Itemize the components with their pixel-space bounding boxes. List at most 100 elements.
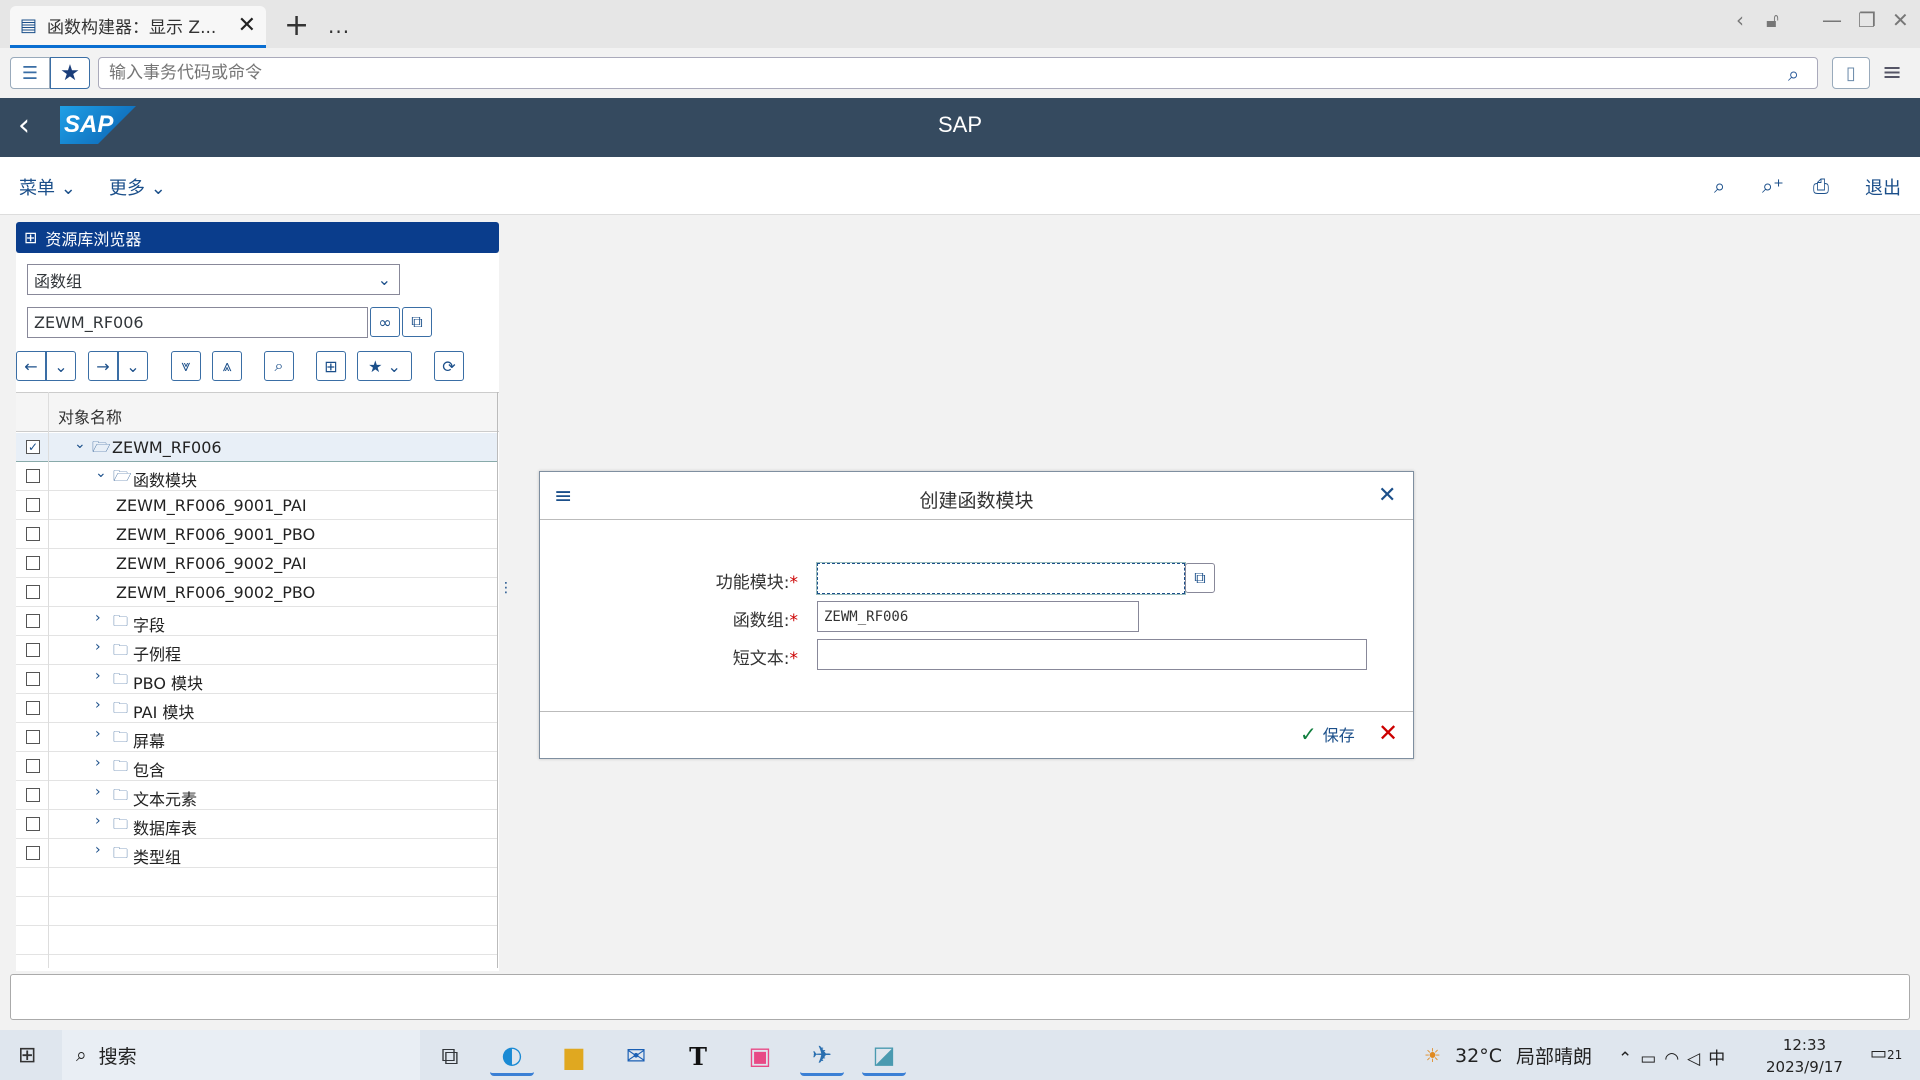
- collapse-chevron-icon[interactable]: ⌄: [74, 436, 86, 452]
- dialog-close-icon[interactable]: ✕: [1378, 483, 1396, 508]
- ime-indicator[interactable]: 中: [1708, 1049, 1733, 1069]
- expand-chevron-icon[interactable]: ›: [95, 668, 101, 684]
- forward-arrow-icon[interactable]: →: [88, 351, 118, 381]
- tree-row[interactable]: ZEWM_RF006_9002_PBO: [16, 578, 498, 607]
- function-group-input[interactable]: ZEWM_RF006: [817, 601, 1139, 632]
- new-tab-button[interactable]: +: [284, 8, 309, 43]
- taskbar-clock[interactable]: 12:33 2023/9/17: [1766, 1034, 1843, 1078]
- tree-row[interactable]: ⌄ 🗁︎ 函数模块: [16, 462, 498, 491]
- tree-row[interactable]: › 🗀︎ 文本元素: [16, 781, 498, 810]
- cancel-x-icon[interactable]: ✕: [1378, 719, 1398, 747]
- system-tray[interactable]: ⌃▭◠◁中: [1618, 1044, 1733, 1069]
- tree-row[interactable]: ZEWM_RF006_9001_PBO: [16, 520, 498, 549]
- object-name-input[interactable]: ZEWM_RF006: [27, 307, 368, 338]
- mail-icon[interactable]: ✉: [614, 1036, 658, 1076]
- expand-chevron-icon[interactable]: ›: [95, 697, 101, 713]
- edge-browser-icon[interactable]: ◐: [490, 1036, 534, 1076]
- favorites-dropdown-icon[interactable]: ★ ⌄: [357, 351, 412, 381]
- row-checkbox[interactable]: [26, 788, 40, 802]
- function-module-input[interactable]: [816, 562, 1186, 595]
- expand-chevron-icon[interactable]: ›: [95, 784, 101, 800]
- search-icon[interactable]: ⌕: [1788, 62, 1799, 86]
- tree-row[interactable]: › 🗀︎ PBO 模块: [16, 665, 498, 694]
- row-checkbox[interactable]: [26, 701, 40, 715]
- row-checkbox[interactable]: [26, 527, 40, 541]
- browser-menu-icon[interactable]: ≡: [1882, 58, 1902, 86]
- row-checkbox[interactable]: [26, 585, 40, 599]
- expand-chevron-icon[interactable]: ›: [95, 842, 101, 858]
- find-next-icon[interactable]: ⌕⁺: [1762, 174, 1784, 198]
- row-checkbox[interactable]: [26, 846, 40, 860]
- weather-widget[interactable]: ☀ 32°C 局部晴朗: [1424, 1042, 1592, 1069]
- row-checkbox[interactable]: [26, 614, 40, 628]
- object-type-select[interactable]: 函数组 ⌄: [27, 264, 400, 295]
- tree-row[interactable]: ✓ ⌄ 🗁︎ ZEWM_RF006: [16, 433, 498, 462]
- save-button[interactable]: ✓ 保存: [1300, 722, 1355, 746]
- tree-row[interactable]: › 🗀︎ 数据库表: [16, 810, 498, 839]
- row-checkbox[interactable]: [26, 643, 40, 657]
- search-icon[interactable]: ⌕: [264, 351, 294, 381]
- tree-row[interactable]: › 🗀︎ 类型组: [16, 839, 498, 868]
- bilibili-icon[interactable]: ▣: [738, 1036, 782, 1076]
- tree-row[interactable]: › 🗀︎ 包含: [16, 752, 498, 781]
- expand-chevron-icon[interactable]: ›: [95, 610, 101, 626]
- display-glasses-icon[interactable]: ∞: [370, 307, 400, 337]
- back-arrow-icon[interactable]: ←: [16, 351, 46, 381]
- tab-close-icon[interactable]: ✕: [238, 13, 256, 38]
- tree-row[interactable]: › 🗀︎ PAI 模块: [16, 694, 498, 723]
- row-checkbox[interactable]: [26, 498, 40, 512]
- task-view-icon[interactable]: ⧉: [428, 1036, 472, 1076]
- sap-gui-icon[interactable]: ◪: [862, 1036, 906, 1076]
- value-help-icon[interactable]: ⧉: [1185, 563, 1215, 593]
- tree-row[interactable]: ZEWM_RF006_9001_PAI: [16, 491, 498, 520]
- value-help-icon[interactable]: ⧉: [402, 307, 432, 337]
- more-tabs-button[interactable]: ...: [328, 14, 350, 38]
- windows-start-icon[interactable]: ⊞: [18, 1043, 36, 1068]
- more-button[interactable]: 更多 ⌄: [109, 174, 166, 200]
- short-text-input[interactable]: [817, 639, 1367, 670]
- split-view-icon[interactable]: ▯: [1832, 57, 1870, 89]
- expand-chevron-icon[interactable]: ›: [95, 813, 101, 829]
- back-history-dropdown-icon[interactable]: ⌄: [46, 351, 76, 381]
- menu-button[interactable]: 菜单 ⌄: [19, 174, 76, 200]
- row-checkbox[interactable]: [26, 469, 40, 483]
- battery-icon[interactable]: ▭: [1640, 1049, 1664, 1069]
- minimize-icon[interactable]: —: [1822, 8, 1842, 32]
- forward-history-dropdown-icon[interactable]: ⌄: [118, 351, 148, 381]
- print-icon[interactable]: ⎙: [1813, 174, 1829, 198]
- taskbar-search[interactable]: ⌕ 搜索: [62, 1030, 420, 1080]
- hierarchy-up-icon[interactable]: ⊞: [316, 351, 346, 381]
- chevron-up-icon[interactable]: ⌃: [1618, 1049, 1640, 1069]
- wifi-icon[interactable]: ◠: [1664, 1049, 1687, 1069]
- lock-icon[interactable]: 🔓︎: [1766, 8, 1779, 32]
- window-close-icon[interactable]: ✕: [1892, 8, 1909, 32]
- row-checkbox[interactable]: [26, 759, 40, 773]
- expand-chevron-icon[interactable]: ›: [95, 639, 101, 655]
- collapse-chevron-icon[interactable]: ⌄: [95, 465, 107, 481]
- find-icon[interactable]: ⌕: [1714, 174, 1725, 198]
- row-checkbox[interactable]: ✓: [26, 440, 40, 454]
- row-checkbox[interactable]: [26, 817, 40, 831]
- refresh-icon[interactable]: ⟳: [434, 351, 464, 381]
- tree-row[interactable]: ZEWM_RF006_9002_PAI: [16, 549, 498, 578]
- file-explorer-icon[interactable]: ▆: [552, 1036, 596, 1076]
- row-checkbox[interactable]: [26, 556, 40, 570]
- notification-center[interactable]: ▭21: [1870, 1043, 1902, 1064]
- list-icon[interactable]: ☰: [10, 57, 50, 89]
- collapse-all-icon[interactable]: ⩓: [212, 351, 242, 381]
- tree-row[interactable]: › 🗀︎ 子例程: [16, 636, 498, 665]
- tree-row[interactable]: › 🗀︎ 字段: [16, 607, 498, 636]
- restore-icon[interactable]: ❐: [1858, 8, 1876, 32]
- row-checkbox[interactable]: [26, 672, 40, 686]
- expand-chevron-icon[interactable]: ›: [95, 726, 101, 742]
- favorites-star-icon[interactable]: ★: [50, 57, 90, 89]
- typora-icon[interactable]: T: [676, 1036, 720, 1076]
- exit-button[interactable]: 退出: [1865, 174, 1901, 200]
- feishu-icon[interactable]: ✈: [800, 1036, 844, 1076]
- expand-chevron-icon[interactable]: ›: [95, 755, 101, 771]
- tree-row[interactable]: › 🗀︎ 屏幕: [16, 723, 498, 752]
- browser-tab[interactable]: ▤ 函数构建器：显示 Z... ✕: [10, 6, 266, 48]
- row-checkbox[interactable]: [26, 730, 40, 744]
- expand-all-icon[interactable]: ⩔: [171, 351, 201, 381]
- splitter-handle-icon[interactable]: ⋮: [499, 580, 513, 596]
